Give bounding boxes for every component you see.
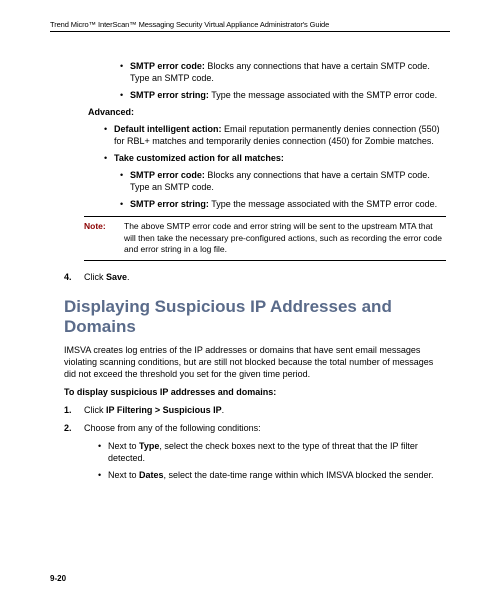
note-box: Note: The above SMTP error code and erro… xyxy=(84,216,446,260)
section-heading: Displaying Suspicious IP Addresses and D… xyxy=(64,297,446,336)
ordered-list: 4. Click Save. xyxy=(64,271,446,283)
step-bold: Save xyxy=(106,272,127,282)
ordered-list-2: 1. Click IP Filtering > Suspicious IP. 2… xyxy=(64,404,446,434)
list-item: •Next to Type, select the check boxes ne… xyxy=(98,440,446,464)
bullet-icon: • xyxy=(98,469,108,481)
item-post: , select the date-time range within whic… xyxy=(164,470,434,480)
item-label: SMTP error string: xyxy=(130,199,209,209)
intro-paragraph: IMSVA creates log entries of the IP addr… xyxy=(64,344,446,380)
item-text: Type the message associated with the SMT… xyxy=(209,199,437,209)
list-item: •SMTP error code: Blocks any connections… xyxy=(120,60,446,84)
bullet-icon: • xyxy=(120,198,130,210)
note-text: The above SMTP error code and error stri… xyxy=(124,221,442,255)
step-number: 1. xyxy=(64,404,84,416)
body-text: •SMTP error code: Blocks any connections… xyxy=(64,34,446,481)
page-number: 9-20 xyxy=(50,574,66,583)
item-label: Default intelligent action: xyxy=(114,124,222,134)
list-item: •SMTP error string: Type the message ass… xyxy=(120,198,446,210)
list-item: •Take customized action for all matches: xyxy=(104,152,446,164)
step-post: . xyxy=(127,272,130,282)
bullet-list-sub: •SMTP error code: Blocks any connections… xyxy=(64,169,446,210)
step-pre: Click xyxy=(84,272,106,282)
item-label: SMTP error code: xyxy=(130,170,205,180)
item-label: Take customized action for all matches: xyxy=(114,153,284,163)
bullet-icon: • xyxy=(98,440,108,464)
bullet-icon: • xyxy=(120,60,130,84)
item-bold: Type xyxy=(139,441,159,451)
page: Trend Micro™ InterScan™ Messaging Securi… xyxy=(0,0,500,607)
list-item: •SMTP error code: Blocks any connections… xyxy=(120,169,446,193)
bullet-icon: • xyxy=(120,169,130,193)
header-text: Trend Micro™ InterScan™ Messaging Securi… xyxy=(50,20,329,29)
list-item: •Next to Dates, select the date-time ran… xyxy=(98,469,446,481)
step-pre: Click xyxy=(84,405,106,415)
item-label: SMTP error string: xyxy=(130,90,209,100)
bullet-icon: • xyxy=(120,89,130,101)
note-label: Note: xyxy=(84,221,124,255)
item-text: Type the message associated with the SMT… xyxy=(209,90,437,100)
step-2: 2. Choose from any of the following cond… xyxy=(64,422,446,434)
item-label: SMTP error code: xyxy=(130,61,205,71)
bullet-list-advanced: •Default intelligent action: Email reput… xyxy=(64,123,446,164)
step-4: 4. Click Save. xyxy=(64,271,446,283)
bullet-list-conditions: •Next to Type, select the check boxes ne… xyxy=(64,440,446,481)
step-post: . xyxy=(222,405,225,415)
sub-heading: To display suspicious IP addresses and d… xyxy=(64,386,446,398)
step-1: 1. Click IP Filtering > Suspicious IP. xyxy=(64,404,446,416)
item-pre: Next to xyxy=(108,441,139,451)
bullet-icon: • xyxy=(104,152,114,164)
step-number: 4. xyxy=(64,271,84,283)
bullet-list-1: •SMTP error code: Blocks any connections… xyxy=(64,60,446,101)
bullet-icon: • xyxy=(104,123,114,147)
advanced-label: Advanced: xyxy=(64,106,446,118)
item-pre: Next to xyxy=(108,470,139,480)
list-item: •Default intelligent action: Email reput… xyxy=(104,123,446,147)
step-text: Choose from any of the following conditi… xyxy=(84,422,446,434)
running-header: Trend Micro™ InterScan™ Messaging Securi… xyxy=(50,20,450,32)
item-bold: Dates xyxy=(139,470,164,480)
list-item: •SMTP error string: Type the message ass… xyxy=(120,89,446,101)
step-bold: IP Filtering > Suspicious IP xyxy=(106,405,222,415)
step-number: 2. xyxy=(64,422,84,434)
header-rule xyxy=(50,31,450,32)
